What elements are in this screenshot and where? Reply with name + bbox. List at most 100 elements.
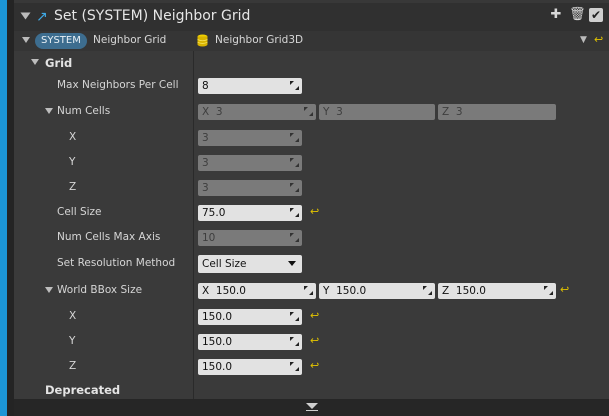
category-label: Grid [45,56,73,70]
chevron-down-icon[interactable] [306,403,318,409]
property-row-set-resolution-method: Set Resolution Method Cell Size [14,252,609,277]
property-row-world-bbox-size: World BBox Size X 150.0 Y 150.0 Z 150.0 … [14,279,609,304]
property-label: X [69,310,77,322]
property-row-y: Y 3 [14,151,609,176]
module-header[interactable]: ↗ Set (SYSTEM) Neighbor Grid ✚ 🗑 ✔ [14,3,609,32]
database-icon [197,34,208,47]
axis-value: 3 [336,106,343,118]
axis-prefix: Y [323,106,330,118]
property-label: Max Neighbors Per Cell [57,79,179,91]
reset-arrow-icon[interactable]: ↩ [594,33,603,46]
property-row-num-cells-max-axis: Num Cells Max Axis 10 [14,226,609,251]
property-label: Set Resolution Method [57,257,176,269]
num-cells-z-field: Z 3 [438,104,556,120]
input-value: 3 [202,182,209,194]
num-cells-max-axis-field: 10 [198,230,302,246]
bbox-z-input[interactable]: 150.0 [198,359,302,375]
num-cells-y-field: Y 3 [319,104,435,120]
expand-arrow-icon[interactable] [22,37,30,43]
axis-value: 150.0 [455,285,486,297]
add-icon[interactable]: ✚ [549,8,563,22]
property-row-z: Z 3 [14,176,609,201]
resize-grip-icon[interactable] [544,286,553,295]
resize-grip-icon[interactable] [290,312,299,321]
property-label: Z [69,181,77,193]
module-title: Set (SYSTEM) Neighbor Grid [54,8,251,24]
enabled-checkbox[interactable]: ✔ [589,8,603,22]
property-label: Cell Size [57,206,102,218]
parameter-value[interactable]: Neighbor Grid3D [215,34,303,46]
chevron-down-icon[interactable]: ▼ [580,35,587,45]
cell-size-input[interactable]: 75.0 [198,205,302,221]
reset-arrow-icon[interactable]: ↩ [560,283,569,296]
chevron-down-icon[interactable] [288,261,296,266]
system-badge: SYSTEM [35,33,87,49]
property-label: Num Cells Max Axis [57,231,161,243]
property-label: Y [69,156,76,168]
resize-grip-icon[interactable] [423,286,432,295]
resize-grip-icon[interactable] [290,208,299,217]
max-neighbors-input[interactable]: 8 [198,78,302,94]
property-label: Y [69,335,76,347]
reset-arrow-icon[interactable]: ↩ [310,359,319,372]
resize-grip-icon[interactable] [304,286,313,295]
advanced-expander[interactable] [14,399,609,416]
category-label: Deprecated [45,383,121,397]
trash-icon[interactable]: 🗑 [569,8,586,22]
axis-prefix: X [202,285,210,297]
property-row-x: X 3 [14,126,609,151]
node-accent-bar [0,0,7,416]
expand-arrow-icon[interactable] [45,287,53,293]
z-field: 3 [198,180,302,196]
axis-prefix: Z [442,106,450,118]
input-value: 3 [202,157,209,169]
arrow-up-right-icon: ↗ [36,9,48,25]
node-side-strip [7,0,14,416]
num-cells-x-field: X 3 [198,104,316,120]
axis-value: 3 [455,106,463,118]
property-label: X [69,131,77,143]
reset-arrow-icon[interactable]: ↩ [310,205,319,218]
expander-line [306,410,318,411]
input-value: 150.0 [202,336,233,348]
category-grid[interactable]: Grid [14,51,609,76]
axis-prefix: X [202,106,210,118]
property-label: Num Cells [57,105,111,117]
property-label: Z [69,360,77,372]
expand-arrow-icon[interactable] [45,108,53,114]
reset-arrow-icon[interactable]: ↩ [310,309,319,322]
input-value: 10 [202,232,216,244]
resize-grip-icon [290,158,299,167]
world-bbox-x-input[interactable]: X 150.0 [198,283,316,299]
y-field: 3 [198,155,302,171]
axis-value: 150.0 [215,285,246,297]
bbox-x-input[interactable]: 150.0 [198,309,302,325]
input-value: 150.0 [202,361,233,373]
expand-arrow-icon[interactable] [31,59,39,65]
axis-prefix: Z [442,285,450,297]
system-parameter-row[interactable]: SYSTEM Neighbor Grid Neighbor Grid3D ▼ ↩ [14,31,609,51]
collapse-arrow-icon[interactable] [20,12,31,20]
dropdown-value: Cell Size [202,258,247,270]
property-row-num-cells: Num Cells X 3 Y 3 Z 3 [14,100,609,125]
parameter-name: Neighbor Grid [93,34,167,46]
property-row-cell-size: Cell Size 75.0 ↩ [14,201,609,226]
axis-value: 150.0 [336,285,367,297]
resize-grip-icon[interactable] [290,337,299,346]
property-row-max-neighbors: Max Neighbors Per Cell 8 [14,74,609,99]
property-row-bbox-z: Z 150.0 ↩ [14,355,609,380]
resize-grip-icon[interactable] [290,81,299,90]
set-resolution-method-dropdown[interactable]: Cell Size [198,255,302,273]
resize-grip-icon [290,233,299,242]
resize-grip-icon [290,183,299,192]
input-value: 8 [202,80,209,92]
world-bbox-y-input[interactable]: Y 150.0 [319,283,435,299]
input-value: 75.0 [202,207,226,219]
world-bbox-z-input[interactable]: Z 150.0 [438,283,556,299]
reset-arrow-icon[interactable]: ↩ [310,334,319,347]
property-label: World BBox Size [57,284,143,296]
input-value: 150.0 [202,311,233,323]
resize-grip-icon[interactable] [290,362,299,371]
property-row-bbox-x: X 150.0 ↩ [14,305,609,330]
bbox-y-input[interactable]: 150.0 [198,334,302,350]
